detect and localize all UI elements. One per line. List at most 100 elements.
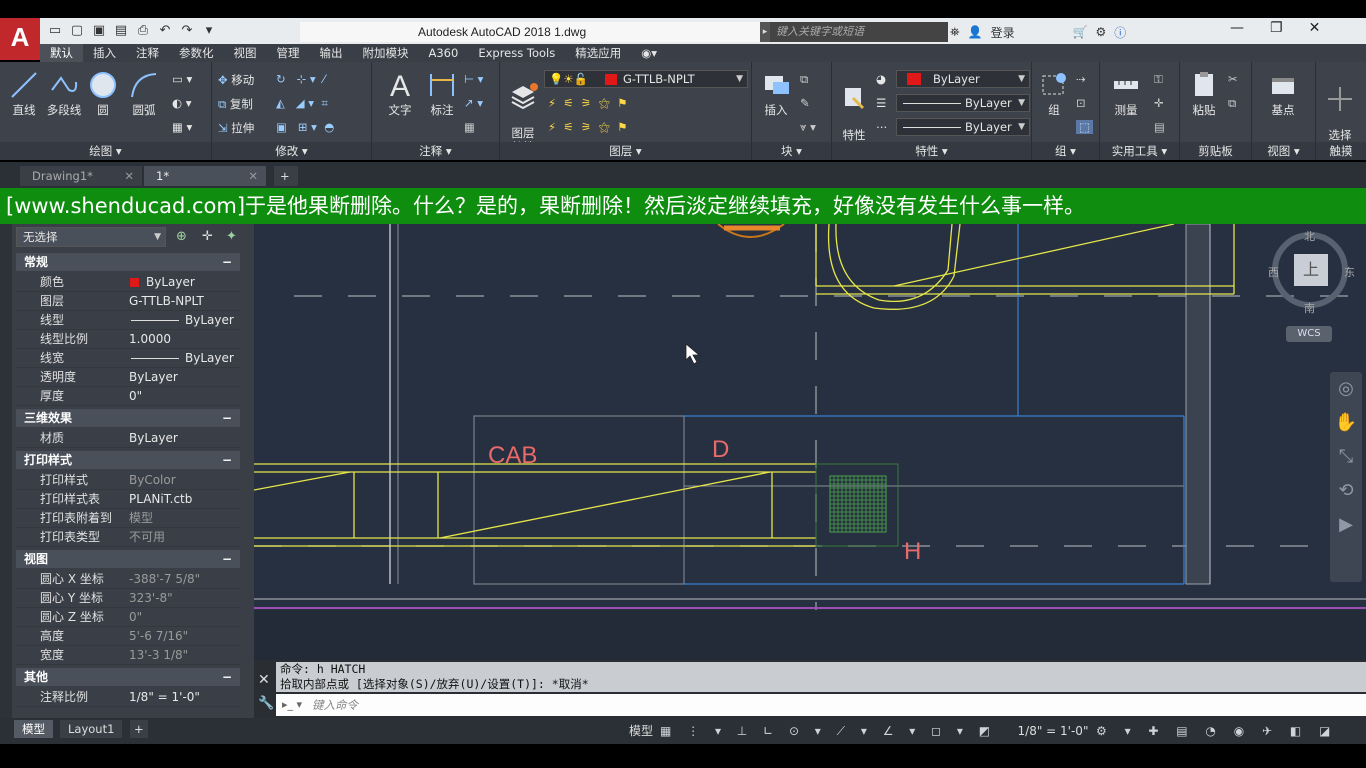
property-row[interactable]: 高度 5'-6 7/16" [16,627,240,646]
group-select-icon[interactable]: ⬚ [1076,120,1093,134]
panel-annotation-title[interactable]: 注释 ▾ [372,142,499,160]
line-tool[interactable]: 直线 [6,70,42,118]
palette-section-header[interactable]: 常规 − [16,253,240,271]
close-icon[interactable]: ✕ [248,166,258,186]
table-icon[interactable]: ▦ [464,120,475,134]
dimension-tool[interactable]: 标注 [422,68,462,118]
property-row[interactable]: 宽度 13'-3 1/8" [16,646,240,665]
viewcube-east[interactable]: 东 [1344,264,1355,280]
rotate-icon[interactable]: ↻ ⊹ ▾ ⁄ [276,72,325,86]
status-tools[interactable]: ⚙ ▾ ✚ ▤ ◔ ◉ ✈ ◧ ◪ ▣ ≡ [1096,721,1366,758]
command-prompt-icon[interactable]: ▸_ ▾ [282,698,302,711]
tab-parametric[interactable]: 参数化 [169,44,224,62]
file-tab-drawing1[interactable]: Drawing1* ✕ [20,166,142,186]
property-row[interactable]: 线型 ByLayer [16,311,240,330]
layer-dropdown[interactable]: 💡☀🔓 G-TTLB-NPLT ▼ [544,70,748,88]
panel-utilities-title[interactable]: 实用工具 ▾ [1100,142,1179,160]
lineweight-icon[interactable]: ⋯ [876,120,888,134]
panel-modify-title[interactable]: 修改 ▾ [212,142,371,160]
property-row[interactable]: 圆心 Z 坐标 0" [16,608,240,627]
collapse-icon[interactable]: − [222,550,232,568]
linetype-dropdown[interactable]: ByLayer ▼ [896,94,1030,112]
tab-insert[interactable]: 插入 [83,44,126,62]
tab-default[interactable]: 默认 [40,44,83,62]
close-icon[interactable]: ✕ [1309,20,1321,42]
layer-tools-row-1[interactable]: ⚡ ⚟ ⚞ ⚝ ⚑ [548,96,627,111]
user-icon[interactable]: 👤 [968,25,983,39]
tab-annotate[interactable]: 注释 [126,44,169,62]
linetype-icon[interactable]: ☰ [876,96,886,110]
circle-tool[interactable]: 圆 [86,70,120,118]
move-button[interactable]: ✥ 移动 [218,72,254,88]
panel-clipboard-title[interactable]: 剪贴板 [1180,142,1251,160]
base-tool[interactable]: 基点 [1260,70,1306,118]
redo-icon[interactable]: ↷ [178,22,196,40]
viewcube-top-face[interactable]: 上 [1294,254,1328,286]
color-wheel-icon[interactable]: ◕ [876,72,886,86]
property-row[interactable]: 材质 ByLayer [16,429,240,448]
selection-dropdown[interactable]: 无选择 ▼ [16,227,166,247]
viewcube-south[interactable]: 南 [1304,300,1315,316]
plot-icon[interactable]: ⎙ [134,22,152,40]
measure-tool[interactable]: 测量 [1106,70,1146,118]
property-row[interactable]: 透明度 ByLayer [16,368,240,387]
property-row[interactable]: 颜色 ByLayer [16,273,240,292]
help-icon[interactable]: ⓘ [1114,24,1126,41]
arc-tool[interactable]: 圆弧 [126,70,162,118]
tab-layout1[interactable]: Layout1 [60,720,123,738]
annotation-scale[interactable]: 1/8" = 1'-0" [1012,721,1094,741]
drafting-toggles[interactable]: ▦ ⋮ ▾ ⊥ ∟ ⊙ ▾ ⟋ ▾ ∠ ▾ ◻ ▾ ◩ ✈ ✈ ✈ [660,721,1020,758]
group-edit-icon[interactable]: ⊡ [1076,96,1086,110]
ribbon-options-icon[interactable]: ◉▾ [631,44,667,62]
cut-icon[interactable]: ✂ [1228,72,1238,86]
undo-icon[interactable]: ↶ [156,22,174,40]
tab-output[interactable]: 输出 [310,44,353,62]
toggle-pickadd-icon[interactable]: ✦ [226,229,237,244]
property-row[interactable]: 线宽 ByLayer [16,349,240,368]
cart-icon[interactable]: 🛒 [1073,25,1088,39]
close-icon[interactable]: ✕ [258,672,270,688]
copy-clip-icon[interactable]: ⧉ [1228,96,1236,111]
drawing-canvas[interactable]: CAB D H 上 北 南 东 西 WCS ◎ ✋ ⤡ ⟲ ▶ [254,224,1366,660]
sign-in-label[interactable]: 登录 [991,24,1015,41]
ungroup-icon[interactable]: ⇢ [1076,72,1086,86]
panel-groups-title[interactable]: 组 ▾ [1032,142,1099,160]
palette-section-header[interactable]: 三维效果 − [16,409,240,427]
tab-featured-apps[interactable]: 精选应用 [565,44,631,62]
save-icon[interactable]: ▣ [90,22,108,40]
panel-properties-title[interactable]: 特性 ▾ [832,142,1031,160]
collapse-icon[interactable]: − [222,668,232,686]
search-expand-icon[interactable]: ▸ [760,22,770,42]
collapse-icon[interactable]: − [222,451,232,469]
new-file-icon[interactable]: ▭ [46,22,64,40]
palette-section-header[interactable]: 其他 − [16,668,240,686]
boundary-icon[interactable]: ▦ ▾ [172,120,192,134]
copy-button[interactable]: ⧉ 复制 [218,96,253,112]
tab-view[interactable]: 视图 [224,44,267,62]
panel-touch-title[interactable]: 触摸 [1316,142,1366,160]
orbit-icon[interactable]: ⟲ [1330,474,1362,508]
scale-icon[interactable]: ▣ ⊞ ▾ ◓ [276,120,334,134]
quick-select-icon[interactable]: ⚿ [1154,72,1163,87]
viewcube-north[interactable]: 北 [1304,228,1315,244]
tab-addins[interactable]: 附加模块 [353,44,419,62]
property-row[interactable]: 圆心 Y 坐标 323'-8" [16,589,240,608]
property-row[interactable]: 厚度 0" [16,387,240,406]
tab-manage[interactable]: 管理 [267,44,310,62]
collapse-icon[interactable]: − [222,409,232,427]
wrench-icon[interactable]: 🔧 [258,696,274,711]
steering-wheel-icon[interactable]: ◎ [1330,372,1362,406]
calculator-icon[interactable]: ▤ [1154,120,1165,134]
viewcube-west[interactable]: 西 [1268,264,1279,280]
property-row[interactable]: 线型比例 1.0000 [16,330,240,349]
panel-layers-title[interactable]: 图层 ▾ [500,142,751,160]
palette-section-header[interactable]: 打印样式 − [16,451,240,469]
showmotion-icon[interactable]: ▶ [1330,508,1362,542]
rectangle-icon[interactable]: ▭ ▾ [172,72,192,86]
minimize-icon[interactable]: — [1230,20,1244,42]
property-row[interactable]: 打印样式表 PLANiT.ctb [16,490,240,509]
pan-icon[interactable]: ✋ [1330,406,1362,440]
qat-dropdown-icon[interactable]: ▾ [200,22,218,40]
tab-model[interactable]: 模型 [14,720,53,738]
select-objects-icon[interactable]: ✛ [202,229,213,244]
